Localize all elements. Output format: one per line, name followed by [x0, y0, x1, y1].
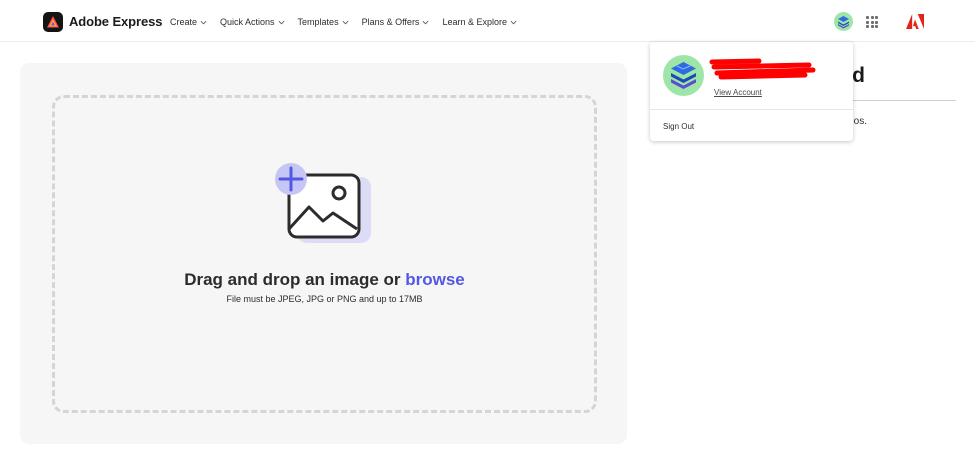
- nav-plans-offers-label: Plans & Offers: [361, 17, 420, 27]
- chevron-down-icon: [200, 20, 207, 24]
- nav-quick-actions[interactable]: Quick Actions: [220, 17, 285, 27]
- nav-learn-explore[interactable]: Learn & Explore: [442, 17, 517, 27]
- nav-quick-actions-label: Quick Actions: [220, 17, 275, 27]
- main-nav: Create Quick Actions Templates Plans & O…: [170, 17, 530, 27]
- chevron-down-icon: [423, 20, 429, 24]
- drop-instructions: Drag and drop an image or browse: [52, 270, 597, 290]
- file-requirements: File must be JPEG, JPG or PNG and up to …: [226, 294, 423, 304]
- app-grid-icon[interactable]: [866, 16, 878, 28]
- top-header: Adobe Express Create Quick Actions Templ…: [0, 0, 975, 42]
- nav-learn-explore-label: Learn & Explore: [442, 17, 507, 27]
- chevron-down-icon: [342, 20, 349, 24]
- sign-out-button[interactable]: Sign Out: [663, 122, 694, 131]
- redacted-username: [709, 58, 816, 80]
- add-image-icon: [275, 163, 371, 243]
- user-avatar-button[interactable]: [834, 12, 853, 31]
- drop-text: Drag and drop an image or: [184, 270, 406, 289]
- nav-plans-offers[interactable]: Plans & Offers: [362, 17, 430, 27]
- chevron-down-icon: [510, 20, 517, 24]
- menu-divider: [650, 109, 853, 110]
- browse-link[interactable]: browse: [405, 270, 465, 289]
- nav-templates-label: Templates: [297, 17, 339, 27]
- nav-create-label: Create: [170, 17, 198, 27]
- account-menu: View Account Sign Out: [650, 42, 853, 141]
- nav-create[interactable]: Create: [170, 17, 207, 27]
- image-dropzone[interactable]: [52, 95, 597, 413]
- account-avatar: [663, 55, 704, 96]
- view-account-link[interactable]: View Account: [714, 88, 762, 97]
- brand-name[interactable]: Adobe Express: [69, 14, 162, 29]
- chevron-down-icon: [278, 20, 284, 24]
- nav-templates[interactable]: Templates: [298, 17, 349, 27]
- adobe-logo-icon[interactable]: [906, 14, 924, 29]
- adobe-express-logo-icon[interactable]: [43, 12, 63, 32]
- avatar-image: [838, 16, 849, 29]
- avatar-image: [671, 62, 696, 89]
